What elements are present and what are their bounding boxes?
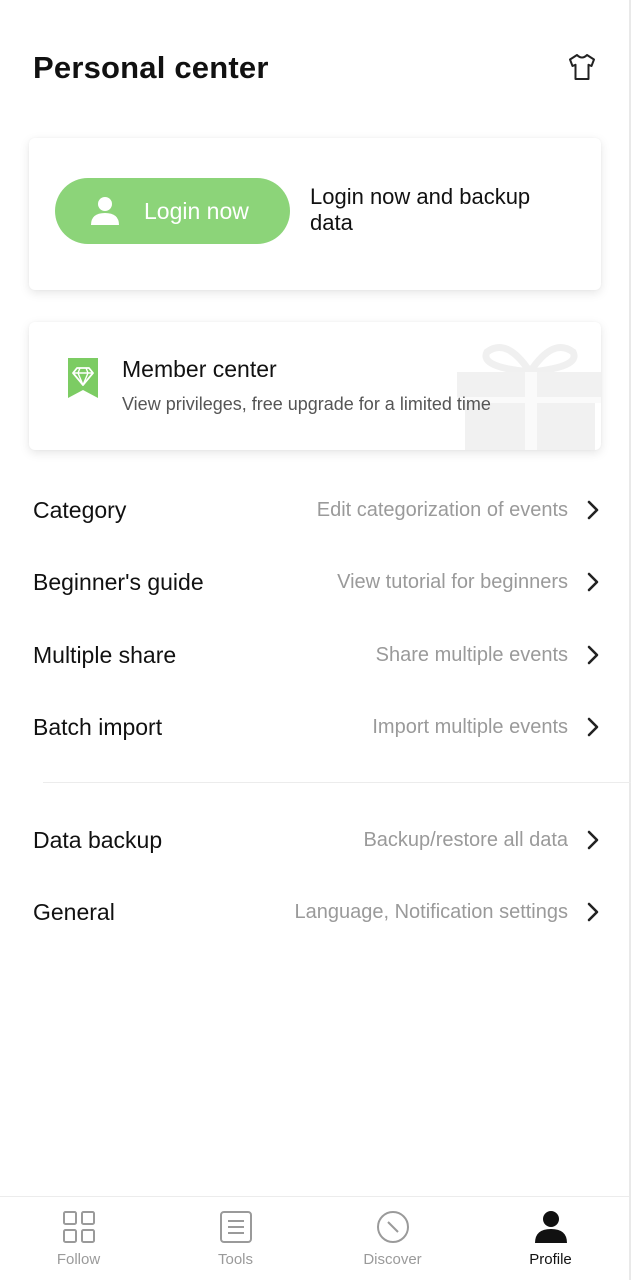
- bottom-tab-bar: Follow Tools Discover Profile: [0, 1196, 629, 1280]
- login-card: Login now Login now and backup data: [29, 138, 601, 290]
- menu-item-general[interactable]: General Language, Notification settings: [0, 882, 631, 942]
- menu-item-data-backup[interactable]: Data backup Backup/restore all data: [0, 810, 631, 870]
- menu-item-title: General: [33, 898, 115, 925]
- tab-discover[interactable]: Discover: [314, 1197, 471, 1280]
- list-icon: [219, 1211, 252, 1243]
- menu-item-title: Category: [33, 496, 127, 523]
- menu-item-category[interactable]: Category Edit categorization of events: [0, 480, 631, 540]
- chevron-right-icon: [587, 500, 599, 520]
- tab-profile[interactable]: Profile: [472, 1197, 629, 1280]
- login-now-label: Login now: [144, 197, 249, 224]
- menu-item-description: Import multiple events: [372, 715, 568, 738]
- chevron-right-icon: [587, 645, 599, 665]
- person-icon: [91, 197, 119, 225]
- login-now-button[interactable]: Login now: [55, 178, 290, 244]
- member-center-title: Member center: [122, 356, 277, 382]
- chevron-right-icon: [587, 572, 599, 592]
- tshirt-icon[interactable]: [565, 50, 599, 84]
- tab-label: Profile: [529, 1251, 572, 1268]
- member-center-subtitle: View privileges, free upgrade for a limi…: [122, 394, 491, 414]
- grid-icon: [62, 1211, 95, 1243]
- menu-item-title: Batch import: [33, 713, 163, 740]
- menu-item-description: Backup/restore all data: [363, 828, 568, 851]
- section-divider: [43, 782, 631, 783]
- person-icon: [534, 1211, 567, 1243]
- tab-tools[interactable]: Tools: [157, 1197, 314, 1280]
- tab-label: Tools: [217, 1251, 254, 1268]
- menu-item-title: Data backup: [33, 826, 163, 853]
- menu-item-description: Share multiple events: [375, 643, 568, 666]
- tab-label: Discover: [363, 1251, 422, 1268]
- menu-item-description: Edit categorization of events: [316, 498, 568, 521]
- compass-icon: [376, 1211, 409, 1243]
- menu-item-beginners-guide[interactable]: Beginner's guide View tutorial for begin…: [0, 552, 631, 612]
- menu-item-multiple-share[interactable]: Multiple share Share multiple events: [0, 625, 631, 685]
- menu-item-batch-import[interactable]: Batch import Import multiple events: [0, 697, 631, 757]
- tab-follow[interactable]: Follow: [0, 1197, 157, 1280]
- menu-item-description: Language, Notification settings: [294, 900, 568, 923]
- menu-item-title: Beginner's guide: [33, 568, 204, 595]
- menu-item-title: Multiple share: [33, 641, 177, 668]
- page-title: Personal center: [33, 50, 269, 85]
- menu-item-description: View tutorial for beginners: [337, 570, 568, 593]
- chevron-right-icon: [587, 830, 599, 850]
- chevron-right-icon: [587, 902, 599, 922]
- login-description: Login now and backup data: [310, 184, 531, 235]
- tab-label: Follow: [56, 1251, 101, 1268]
- chevron-right-icon: [587, 717, 599, 737]
- member-center-card[interactable]: Member center View privileges, free upgr…: [29, 322, 601, 450]
- header: Personal center: [33, 48, 599, 92]
- diamond-badge-icon: [68, 358, 98, 398]
